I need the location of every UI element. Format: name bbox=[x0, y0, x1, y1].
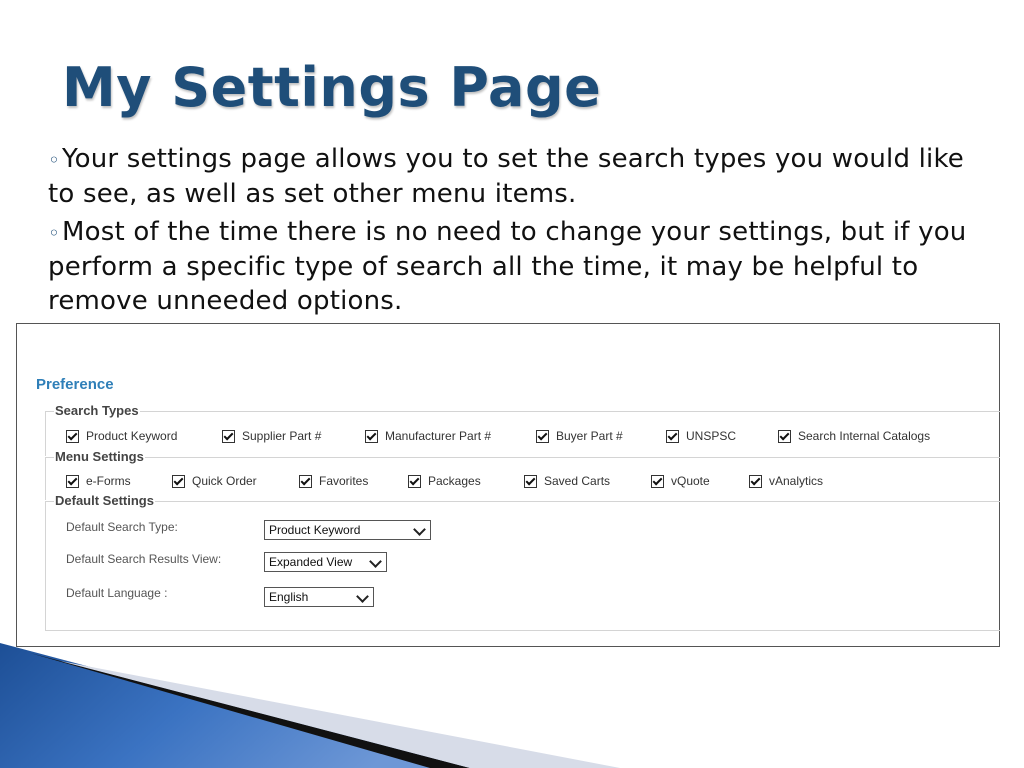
default-search-type-label: Default Search Type: bbox=[66, 520, 178, 534]
select-value: Product Keyword bbox=[269, 523, 361, 537]
checkbox-label: Saved Carts bbox=[544, 474, 611, 488]
search-types-legend: Search Types bbox=[54, 403, 140, 418]
select-value: Expanded View bbox=[269, 555, 353, 569]
slide-corner-decoration bbox=[0, 643, 620, 768]
settings-screenshot: Preference Search Types Product Keyword … bbox=[16, 323, 1000, 647]
checkbox-label: Search Internal Catalogs bbox=[798, 429, 931, 443]
checkbox-label: Packages bbox=[428, 474, 481, 488]
select-value: English bbox=[269, 590, 309, 604]
checkbox-label: vQuote bbox=[671, 474, 710, 488]
checkbox-label: Product Keyword bbox=[86, 429, 178, 443]
checkbox-search-internal-catalogs[interactable]: Search Internal Catalogs bbox=[778, 429, 930, 443]
checkbox-checked-icon[interactable] bbox=[651, 474, 664, 488]
checkbox-vanalytics[interactable]: vAnalytics bbox=[749, 474, 823, 488]
bullet-marker: ◦ bbox=[48, 148, 60, 172]
checkbox-saved-carts[interactable]: Saved Carts bbox=[524, 474, 610, 488]
default-language-select[interactable]: English bbox=[264, 587, 374, 607]
chevron-down-icon bbox=[369, 555, 382, 568]
checkbox-checked-icon[interactable] bbox=[365, 429, 378, 443]
bullet-item: ◦Most of the time there is no need to ch… bbox=[48, 215, 968, 318]
checkbox-label: Favorites bbox=[319, 474, 369, 488]
bullet-text: Most of the time there is no need to cha… bbox=[48, 217, 967, 316]
checkbox-manufacturer-part[interactable]: Manufacturer Part # bbox=[365, 429, 491, 443]
checkbox-unspsc[interactable]: UNSPSC bbox=[666, 429, 736, 443]
checkbox-label: Manufacturer Part # bbox=[385, 429, 492, 443]
default-results-view-select[interactable]: Expanded View bbox=[264, 552, 387, 572]
bullet-text: Your settings page allows you to set the… bbox=[48, 144, 964, 209]
search-types-fieldset: Search Types Product Keyword Supplier Pa… bbox=[45, 403, 1000, 456]
slide-title: My Settings Page bbox=[62, 56, 602, 119]
checkbox-checked-icon[interactable] bbox=[778, 429, 791, 443]
checkbox-checked-icon[interactable] bbox=[749, 474, 762, 488]
default-results-view-label: Default Search Results View: bbox=[66, 552, 222, 566]
checkbox-label: Supplier Part # bbox=[242, 429, 322, 443]
checkbox-buyer-part[interactable]: Buyer Part # bbox=[536, 429, 623, 443]
checkbox-favorites[interactable]: Favorites bbox=[299, 474, 368, 488]
checkbox-eforms[interactable]: e-Forms bbox=[66, 474, 131, 488]
checkbox-checked-icon[interactable] bbox=[666, 429, 679, 443]
checkbox-label: Buyer Part # bbox=[556, 429, 623, 443]
checkbox-label: Quick Order bbox=[192, 474, 257, 488]
chevron-down-icon bbox=[356, 590, 369, 603]
checkbox-packages[interactable]: Packages bbox=[408, 474, 481, 488]
checkbox-checked-icon[interactable] bbox=[524, 474, 537, 488]
checkbox-label: vAnalytics bbox=[769, 474, 824, 488]
checkbox-product-keyword[interactable]: Product Keyword bbox=[66, 429, 177, 443]
checkbox-supplier-part[interactable]: Supplier Part # bbox=[222, 429, 321, 443]
checkbox-vquote[interactable]: vQuote bbox=[651, 474, 710, 488]
default-settings-legend: Default Settings bbox=[54, 493, 155, 508]
default-search-type-select[interactable]: Product Keyword bbox=[264, 520, 431, 540]
bullet-item: ◦Your settings page allows you to set th… bbox=[48, 142, 968, 211]
checkbox-quick-order[interactable]: Quick Order bbox=[172, 474, 257, 488]
checkbox-label: e-Forms bbox=[86, 474, 131, 488]
preference-title: Preference bbox=[36, 376, 114, 393]
default-language-label: Default Language : bbox=[66, 586, 168, 600]
default-settings-fieldset: Default Settings Default Search Type: Pr… bbox=[45, 493, 1000, 631]
checkbox-checked-icon[interactable] bbox=[222, 429, 235, 443]
checkbox-checked-icon[interactable] bbox=[408, 474, 421, 488]
menu-settings-fieldset: Menu Settings e-Forms Quick Order Favori… bbox=[45, 449, 1000, 500]
checkbox-label: UNSPSC bbox=[686, 429, 737, 443]
checkbox-checked-icon[interactable] bbox=[172, 474, 185, 488]
bullet-list: ◦Your settings page allows you to set th… bbox=[48, 142, 968, 322]
checkbox-checked-icon[interactable] bbox=[536, 429, 549, 443]
bullet-marker: ◦ bbox=[48, 221, 60, 245]
checkbox-checked-icon[interactable] bbox=[66, 429, 79, 443]
chevron-down-icon bbox=[413, 523, 426, 536]
menu-settings-legend: Menu Settings bbox=[54, 449, 145, 464]
checkbox-checked-icon[interactable] bbox=[66, 474, 79, 488]
checkbox-checked-icon[interactable] bbox=[299, 474, 312, 488]
